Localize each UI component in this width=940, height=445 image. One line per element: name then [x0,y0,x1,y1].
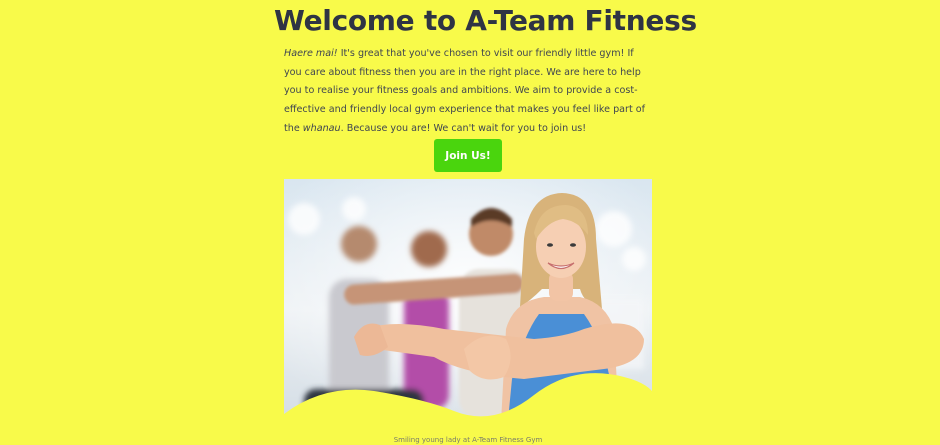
join-us-button[interactable]: Join Us! [434,139,502,172]
gym-photo-illustration [284,179,652,441]
intro-text-part2: . Because you are! We can't wait for you… [340,122,587,134]
photo-caption: Smiling young lady at A-Team Fitness Gym [393,436,543,444]
hero-photo [284,179,652,441]
intro-paragraph: Haere mai! It's great that you've chosen… [284,45,652,139]
intro-whanau: whanau [302,122,341,134]
page-title: Welcome to A-Team Fitness [274,4,697,37]
intro-text-part1: It's great that you've chosen to visit o… [284,48,646,134]
page: Welcome to A-Team Fitness Haere mai! It'… [0,0,940,445]
intro-greeting: Haere mai! [284,48,338,59]
